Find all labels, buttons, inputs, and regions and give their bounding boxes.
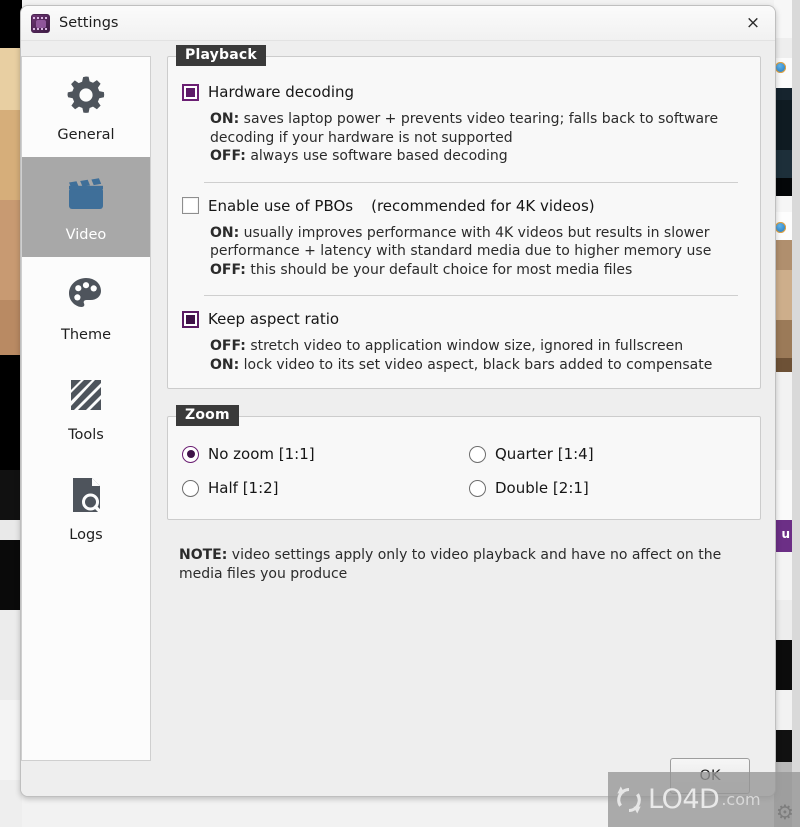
sidebar-item-label: General: [57, 127, 115, 143]
sidebar-item-label: Logs: [69, 527, 103, 543]
browser-icon: [775, 62, 786, 73]
divider: [204, 295, 738, 296]
zoom-option-half[interactable]: Half [1:2]: [182, 479, 459, 497]
browser-icon: [775, 222, 786, 233]
film-strip-icon: [31, 13, 50, 33]
on-text: usually improves performance with 4K vid…: [210, 224, 712, 260]
hardware-decoding-description: ON: saves laptop power + prevents video …: [210, 110, 746, 166]
no-zoom-label: No zoom [1:1]: [208, 445, 315, 463]
background-text: u: [781, 527, 790, 541]
off-text: always use software based decoding: [245, 148, 508, 164]
off-text: this should be your default choice for m…: [245, 261, 633, 278]
sidebar-item-logs[interactable]: Logs: [22, 457, 150, 557]
settings-dialog: Settings × General Video Theme Tools Log…: [20, 5, 776, 797]
quarter-radio[interactable]: [469, 445, 486, 463]
no-zoom-radio[interactable]: [182, 445, 199, 463]
off-tag: OFF:: [210, 261, 246, 278]
note-tag: NOTE:: [179, 547, 228, 563]
off-text: stretch video to application window size…: [245, 338, 684, 354]
on-text: lock video to its set video aspect, blac…: [239, 356, 713, 373]
on-text: saves laptop power + prevents video tear…: [210, 111, 719, 146]
on-tag: ON:: [210, 111, 240, 127]
keep-aspect-ratio-label: Keep aspect ratio: [208, 310, 340, 328]
sidebar-item-tools[interactable]: Tools: [22, 357, 150, 457]
aspect-ratio-row[interactable]: Keep aspect ratio: [182, 310, 746, 328]
hardware-decoding-label: Hardware decoding: [208, 83, 355, 101]
settings-content: Playback Hardware decoding ON: saves lap…: [167, 45, 761, 796]
ok-button[interactable]: OK: [670, 758, 750, 794]
on-tag: ON:: [210, 356, 240, 373]
note-text: NOTE: video settings apply only to video…: [167, 546, 761, 584]
sidebar-item-general[interactable]: General: [22, 57, 150, 157]
off-tag: OFF:: [210, 148, 246, 164]
half-label: Half [1:2]: [208, 479, 279, 497]
zoom-option-no-zoom[interactable]: No zoom [1:1]: [182, 445, 459, 463]
zoom-legend: Zoom: [176, 405, 239, 426]
hardware-decoding-row[interactable]: Hardware decoding: [182, 83, 746, 101]
pbo-checkbox[interactable]: [182, 197, 199, 214]
sidebar-item-label: Tools: [68, 427, 104, 443]
half-radio[interactable]: [182, 479, 199, 497]
tools-icon: [62, 371, 110, 419]
zoom-option-double[interactable]: Double [2:1]: [469, 479, 746, 497]
sidebar-item-label: Video: [65, 227, 107, 243]
divider: [204, 181, 738, 183]
background-edge: [792, 0, 800, 827]
gear-icon: [62, 71, 110, 119]
pbo-description: ON: usually improves performance with 4K…: [210, 224, 746, 280]
dialog-body: General Video Theme Tools Logs Playback …: [21, 41, 775, 796]
pbo-row[interactable]: Enable use of PBOs (recommended for 4K v…: [182, 197, 746, 215]
zoom-option-quarter[interactable]: Quarter [1:4]: [469, 445, 746, 463]
playback-group: Playback Hardware decoding ON: saves lap…: [167, 45, 761, 389]
playback-legend: Playback: [176, 45, 266, 66]
zoom-group: Zoom No zoom [1:1] Quarter [1:4] Half [1…: [167, 405, 761, 520]
quarter-label: Quarter [1:4]: [495, 445, 594, 463]
close-icon[interactable]: ×: [731, 6, 775, 40]
pbo-hint: (recommended for 4K videos): [371, 196, 595, 215]
document-search-icon: [62, 471, 110, 519]
note-body: video settings apply only to video playb…: [179, 547, 722, 582]
sidebar-item-label: Theme: [60, 327, 111, 343]
sidebar-item-theme[interactable]: Theme: [22, 257, 150, 357]
on-tag: ON:: [210, 224, 240, 241]
keep-aspect-ratio-description: OFF: stretch video to application window…: [210, 337, 746, 374]
keep-aspect-ratio-checkbox[interactable]: [182, 310, 199, 328]
off-tag: OFF:: [210, 338, 246, 354]
sidebar-item-video[interactable]: Video: [22, 157, 150, 257]
window-title: Settings: [59, 15, 119, 31]
hardware-decoding-checkbox[interactable]: [182, 83, 199, 101]
pbo-label: Enable use of PBOs: [208, 196, 354, 215]
settings-sidebar: General Video Theme Tools Logs: [21, 56, 151, 761]
title-bar: Settings ×: [21, 6, 775, 41]
palette-icon: [62, 271, 110, 319]
double-radio[interactable]: [469, 479, 486, 497]
background-left-strip: [0, 0, 22, 827]
clapperboard-icon: [62, 171, 110, 219]
double-label: Double [2:1]: [495, 479, 589, 497]
